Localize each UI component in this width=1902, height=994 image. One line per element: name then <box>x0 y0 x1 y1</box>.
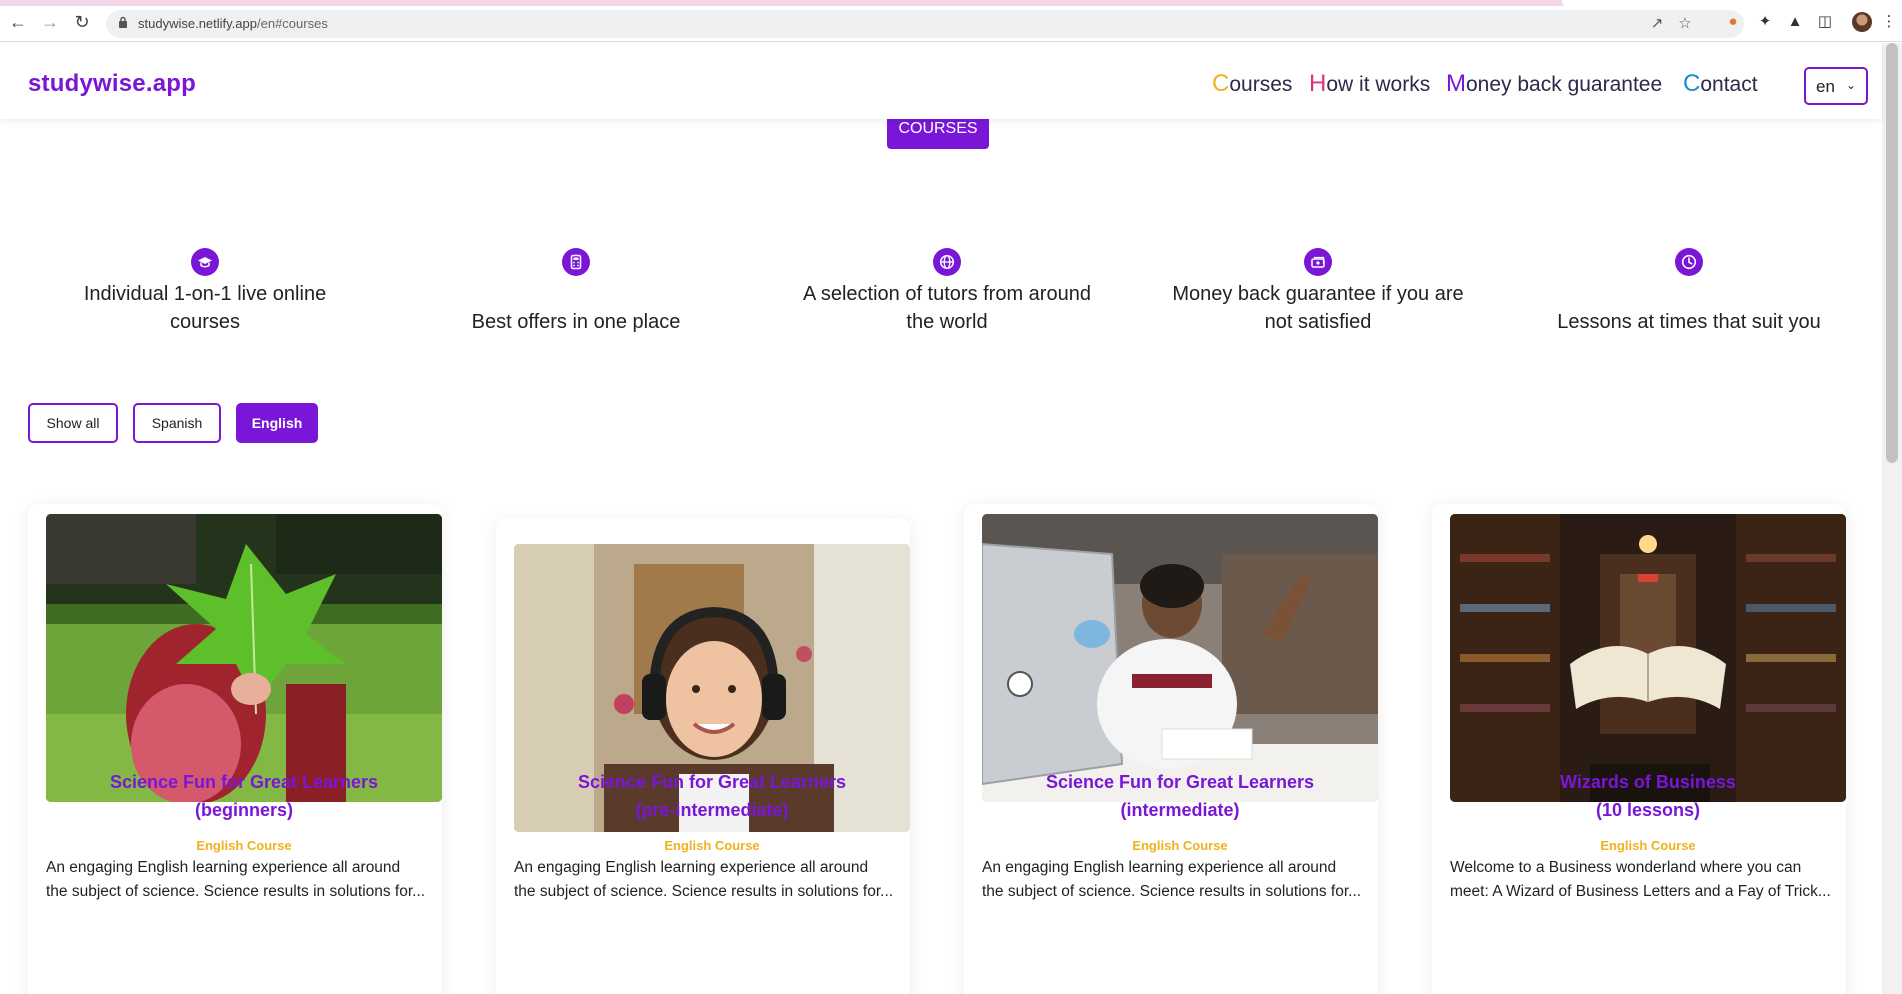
share-icon[interactable]: ↗ <box>1648 16 1666 34</box>
course-kind: English Course <box>1600 838 1696 853</box>
url-text: studywise.netlify.app/en#courses <box>138 16 328 31</box>
nav-how-it-works[interactable]: How it works <box>1309 70 1430 98</box>
course-photo-laptop <box>982 514 1378 802</box>
nav-money-back-guarantee[interactable]: Money back guarantee <box>1446 70 1662 98</box>
calculator-icon <box>562 248 590 276</box>
course-title[interactable]: Science Fun for Great Learners (pre-inter… <box>514 768 910 824</box>
puzzle-icon[interactable]: ✦ <box>1756 13 1774 31</box>
course-card[interactable]: Science Fun for Great Learners (pre-inter… <box>496 518 910 994</box>
globe-icon <box>933 248 961 276</box>
language-value: en <box>1816 77 1835 96</box>
feature-item: Individual 1-on-1 live online courses <box>55 248 355 336</box>
course-card[interactable]: Science Fun for Great Learners (beginners… <box>28 504 442 994</box>
course-kind: English Course <box>196 838 292 853</box>
site-logo[interactable]: studywise.app <box>28 70 196 98</box>
filter-spanish-button[interactable]: Spanish <box>133 403 221 443</box>
tab-strip <box>0 0 1902 6</box>
feature-text: Individual 1-on-1 live online courses <box>83 283 327 333</box>
feature-text: Best offers in one place <box>471 311 681 333</box>
flask-icon[interactable]: ▲ <box>1786 13 1804 31</box>
feature-text: A selection of tutors from around the wo… <box>803 283 1091 333</box>
nav-contact[interactable]: Contact <box>1683 70 1758 98</box>
back-arrow-icon[interactable]: ← <box>8 12 28 32</box>
filter-show-all-button[interactable]: Show all <box>28 403 118 443</box>
course-title[interactable]: Wizards of Business (10 lessons) <box>1450 768 1846 824</box>
bookmark-star-icon[interactable]: ☆ <box>1676 16 1694 34</box>
course-photo-library <box>1450 514 1846 802</box>
scrollbar-thumb[interactable] <box>1886 43 1898 463</box>
chevron-down-icon: ⌄ <box>1845 78 1856 92</box>
money-icon <box>1304 248 1332 276</box>
menu-dots-icon[interactable]: ⋮ <box>1880 13 1898 31</box>
site-header: studywise.app Courses How it works Money… <box>0 43 1882 119</box>
feature-text: Lessons at times that suit you <box>1557 311 1821 333</box>
address-bar[interactable]: studywise.netlify.app/en#courses ↗ ☆ <box>106 10 1744 38</box>
course-card[interactable]: Science Fun for Great Learners (intermedi… <box>964 504 1378 994</box>
feature-item: Money back guarantee if you are not sati… <box>1168 248 1468 336</box>
extension-icon[interactable]: ● <box>1724 13 1742 31</box>
course-description: An engaging English learning experience … <box>514 859 894 900</box>
feature-item: A selection of tutors from around the wo… <box>797 248 1097 336</box>
side-panel-icon[interactable]: ◫ <box>1816 13 1834 31</box>
course-description: Welcome to a Business wonderland where y… <box>1450 859 1831 900</box>
course-title[interactable]: Science Fun for Great Learners (beginners… <box>46 768 442 824</box>
course-kind: English Course <box>664 838 760 853</box>
clock-icon <box>1675 248 1703 276</box>
feature-item: Best offers in one place <box>426 248 726 336</box>
page-scrollbar[interactable] <box>1882 43 1902 994</box>
filter-english-button[interactable]: English <box>236 403 318 443</box>
graduation-cap-icon <box>191 248 219 276</box>
feature-text: Money back guarantee if you are not sati… <box>1172 283 1464 333</box>
browser-toolbar: ← → ↻ studywise.netlify.app/en#courses ↗… <box>0 0 1902 42</box>
forward-arrow-icon[interactable]: → <box>40 12 60 32</box>
course-kind: English Course <box>1132 838 1228 853</box>
feature-item: Lessons at times that suit you <box>1539 248 1839 336</box>
profile-avatar[interactable] <box>1852 12 1872 32</box>
nav-courses[interactable]: Courses <box>1212 70 1292 98</box>
course-photo-leaf <box>46 514 442 802</box>
course-description: An engaging English learning experience … <box>46 859 426 900</box>
course-description: An engaging English learning experience … <box>982 859 1362 900</box>
course-card[interactable]: Wizards of Business (10 lessons) English … <box>1432 504 1846 994</box>
language-select[interactable]: en ⌄ <box>1804 67 1868 105</box>
course-title[interactable]: Science Fun for Great Learners (intermedi… <box>982 768 1378 824</box>
lock-icon <box>119 16 127 28</box>
reload-icon[interactable]: ↻ <box>72 12 92 32</box>
